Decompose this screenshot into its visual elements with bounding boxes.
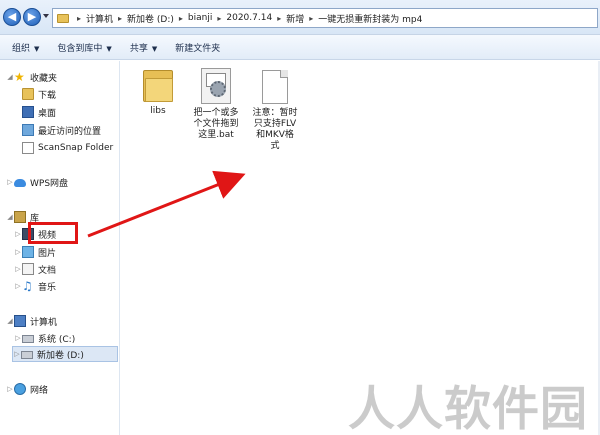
watermark: 人人软件园 bbox=[348, 382, 588, 435]
